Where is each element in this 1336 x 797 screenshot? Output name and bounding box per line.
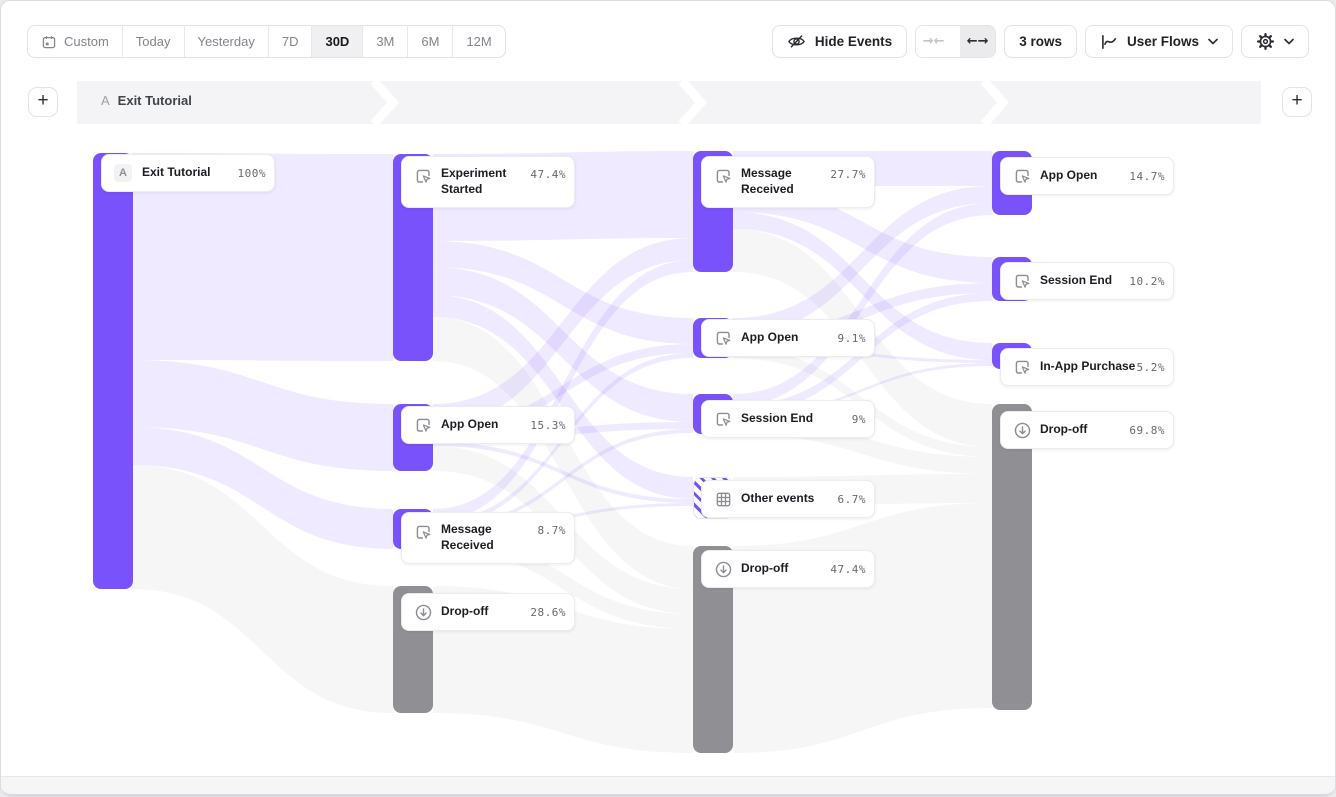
node-label: Other events [741, 491, 814, 507]
node-percent: 100% [238, 167, 267, 180]
node-label: Drop-off [1040, 422, 1087, 438]
node-session-end-step3[interactable]: Session End 9% [701, 400, 875, 438]
node-percent: 6.7% [838, 493, 867, 506]
node-message-received-step3[interactable]: Message Received 27.7% [701, 156, 875, 208]
event-icon [414, 167, 433, 186]
event-icon [1013, 358, 1032, 377]
node-percent: 28.6% [530, 606, 566, 619]
node-percent: 47.4% [530, 168, 566, 181]
node-label: App Open [741, 330, 798, 346]
node-app-open-step4[interactable]: App Open 14.7% [1000, 157, 1174, 195]
node-percent: 69.8% [1129, 424, 1165, 437]
step-a-badge: A [114, 164, 132, 182]
node-app-open-step2[interactable]: App Open 15.3% [401, 406, 575, 444]
bar-drop-off-step4[interactable] [992, 404, 1032, 710]
event-icon [1013, 272, 1032, 291]
event-icon [714, 167, 733, 186]
user-flows-app: Custom Today Yesterday 7D 30D 3M 6M 12M … [0, 0, 1336, 797]
node-label: Session End [741, 411, 813, 427]
node-session-end-step4[interactable]: Session End 10.2% [1000, 262, 1174, 300]
node-drop-off-step4[interactable]: Drop-off 69.8% [1000, 411, 1174, 449]
node-label: Drop-off [441, 604, 488, 620]
node-label: App Open [441, 417, 498, 433]
node-label: Exit Tutorial [142, 165, 210, 181]
node-message-received-step2[interactable]: Message Received 8.7% [401, 512, 575, 564]
event-icon [414, 523, 433, 542]
event-icon [414, 416, 433, 435]
node-percent: 8.7% [538, 524, 567, 537]
node-label: Message Received [441, 522, 519, 553]
node-in-app-purchase-step4[interactable]: In-App Purchase 5.2% [1000, 348, 1174, 386]
event-icon [714, 329, 733, 348]
drop-off-icon [414, 603, 433, 622]
sankey-flow-ribbons [1, 1, 1336, 797]
node-percent: 27.7% [830, 168, 866, 181]
node-label: Session End [1040, 273, 1112, 289]
node-percent: 14.7% [1129, 170, 1165, 183]
grid-icon [714, 490, 733, 509]
node-label: App Open [1040, 168, 1097, 184]
node-percent: 9% [852, 413, 866, 426]
drop-off-icon [714, 560, 733, 579]
node-percent: 47.4% [830, 563, 866, 576]
node-label: Experiment Started [441, 166, 519, 197]
node-label: Message Received [741, 166, 819, 197]
node-exit-tutorial[interactable]: A Exit Tutorial 100% [101, 154, 275, 192]
node-drop-off-step2[interactable]: Drop-off 28.6% [401, 593, 575, 631]
node-app-open-step3[interactable]: App Open 9.1% [701, 319, 875, 357]
event-icon [714, 410, 733, 429]
drop-off-icon [1013, 421, 1032, 440]
node-percent: 15.3% [530, 419, 566, 432]
event-icon [1013, 167, 1032, 186]
node-label: In-App Purchase [1040, 359, 1135, 375]
bar-exit-tutorial[interactable] [93, 153, 133, 589]
node-percent: 9.1% [838, 332, 867, 345]
node-experiment-started[interactable]: Experiment Started 47.4% [401, 156, 575, 208]
node-other-events-step3[interactable]: Other events 6.7% [701, 480, 875, 518]
node-drop-off-step3[interactable]: Drop-off 47.4% [701, 550, 875, 588]
node-percent: 5.2% [1137, 361, 1166, 374]
node-percent: 10.2% [1129, 275, 1165, 288]
node-label: Drop-off [741, 561, 788, 577]
bottom-scrollbar-track[interactable] [1, 776, 1335, 796]
